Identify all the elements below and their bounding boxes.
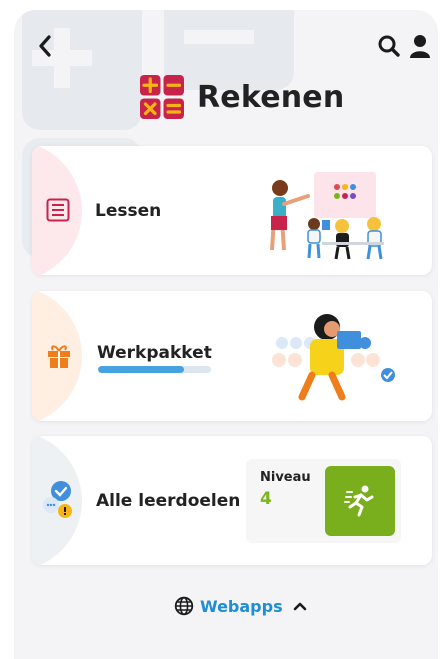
chevron-left-icon [39,35,51,57]
card-label: Lessen [95,201,162,221]
classroom-illustration [270,172,384,260]
top-bar [14,32,438,62]
card-alle-leerdoelen[interactable]: Alle leerdoelen Niveau 4 [32,436,432,565]
progress-bar [98,366,211,373]
card-lessen[interactable]: Lessen [32,146,432,275]
search-icon[interactable] [376,33,402,59]
running-person-icon [344,485,374,517]
chevron-up-icon [293,602,306,611]
user-icon[interactable] [408,33,432,59]
card-label: Alle leerdoelen [96,491,241,511]
webapps-label: Webapps [200,596,283,616]
niveau-value: 4 [260,489,272,509]
back-button[interactable] [32,32,58,60]
webapps-toggle[interactable]: Webapps [174,594,307,618]
student-working-illustration [272,314,395,401]
app-screen: Rekenen Lessen Werkpakket Alle leerdoele… [14,10,438,659]
gift-icon [48,345,70,368]
card-label: Werkpakket [97,343,212,363]
niveau-tile [325,466,395,536]
progress-fill [98,366,184,373]
list-icon [46,198,70,222]
goals-status-icon [43,481,72,518]
niveau-panel: Niveau 4 [246,459,401,543]
card-werkpakket[interactable]: Werkpakket [32,291,432,421]
niveau-label: Niveau [260,470,311,485]
math-operators-icon [140,75,184,119]
globe-icon [174,596,194,616]
page-title: Rekenen [197,79,345,115]
page-header: Rekenen [140,74,344,120]
